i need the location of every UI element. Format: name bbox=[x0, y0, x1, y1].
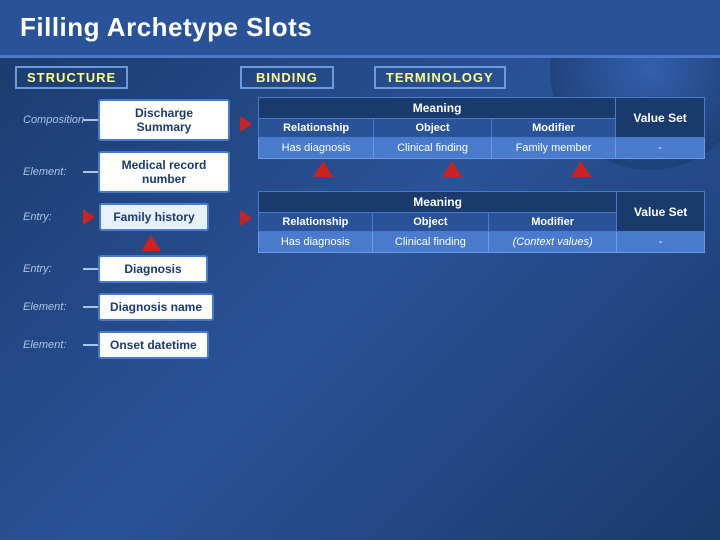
t2-row1-col2: Clinical finding bbox=[372, 232, 488, 253]
t1-value-set: - bbox=[616, 138, 705, 159]
connector4 bbox=[83, 306, 98, 308]
entry-label: Entry: bbox=[23, 211, 83, 223]
composition-label: Composition bbox=[23, 114, 83, 126]
red-right-arrow-2 bbox=[240, 210, 252, 226]
element-label: Element: bbox=[23, 166, 83, 178]
first-block: Meaning Value Set Relationship Object Mo… bbox=[240, 97, 705, 179]
title-bar: Filling Archetype Slots bbox=[0, 0, 720, 58]
table1-container: Meaning Value Set Relationship Object Mo… bbox=[258, 97, 705, 179]
red-right-arrow-1 bbox=[240, 116, 252, 132]
data-row-2: Has diagnosis Clinical finding (Context … bbox=[259, 232, 705, 253]
element3-box: Onset datetime bbox=[98, 331, 209, 359]
meaning-row-1: Meaning Value Set bbox=[259, 98, 705, 119]
structure-section: STRUCTURE Composition Discharge Summary … bbox=[15, 66, 230, 532]
structure-header: STRUCTURE bbox=[15, 66, 128, 89]
connector3 bbox=[83, 268, 98, 270]
right-section: BINDING TERMINOLOGY Meaning Value Set bbox=[230, 66, 705, 532]
element-row: Element: Medical record number bbox=[23, 151, 230, 193]
terminology-table-1: Meaning Value Set Relationship Object Mo… bbox=[258, 97, 705, 159]
meaning-label-1: Meaning bbox=[259, 98, 616, 119]
red-tri-up2 bbox=[313, 161, 333, 177]
element-box: Medical record number bbox=[98, 151, 230, 193]
t2-row1-col3: (Context values) bbox=[488, 232, 616, 253]
element2-label: Element: bbox=[23, 301, 83, 313]
composition-box: Discharge Summary bbox=[98, 99, 230, 141]
col3-header-1: Modifier bbox=[491, 119, 615, 138]
element3-label: Element: bbox=[23, 339, 83, 351]
t2-value-set: - bbox=[617, 232, 705, 253]
value-set-header-2: Value Set bbox=[617, 192, 705, 232]
right-headers: BINDING TERMINOLOGY bbox=[240, 66, 705, 89]
entry2-row: Entry: Diagnosis bbox=[23, 255, 230, 283]
binding-header: BINDING bbox=[240, 66, 334, 89]
t1-row1-col2: Clinical finding bbox=[374, 138, 492, 159]
t1-row1-col1: Has diagnosis bbox=[259, 138, 374, 159]
page-layout: Filling Archetype Slots STRUCTURE Compos… bbox=[0, 0, 720, 540]
connector1 bbox=[83, 119, 98, 121]
red-tri-up1 bbox=[141, 235, 161, 251]
col2-header-1: Object bbox=[374, 119, 492, 138]
meaning-label-2: Meaning bbox=[259, 192, 617, 213]
page-title: Filling Archetype Slots bbox=[20, 12, 700, 43]
t2-row1-col1: Has diagnosis bbox=[259, 232, 373, 253]
t1-row1-col3: Family member bbox=[491, 138, 615, 159]
col3-header-2: Modifier bbox=[488, 213, 616, 232]
binding-arrow-2 bbox=[240, 191, 254, 227]
entry-row: Entry: Family history bbox=[23, 203, 230, 231]
entry2-label: Entry: bbox=[23, 263, 83, 275]
element2-row: Element: Diagnosis name bbox=[23, 293, 230, 321]
binding-arrow-1 bbox=[240, 97, 254, 133]
data-row-1: Has diagnosis Clinical finding Family me… bbox=[259, 138, 705, 159]
element3-row: Element: Onset datetime bbox=[23, 331, 230, 359]
value-set-header-1: Value Set bbox=[616, 98, 705, 138]
composition-row: Composition Discharge Summary bbox=[23, 99, 230, 141]
second-block: Meaning Value Set Relationship Object Mo… bbox=[240, 191, 705, 253]
up-arrows-1 bbox=[258, 159, 705, 179]
element2-box: Diagnosis name bbox=[98, 293, 214, 321]
table2-container: Meaning Value Set Relationship Object Mo… bbox=[258, 191, 705, 253]
col2-header-2: Object bbox=[372, 213, 488, 232]
entry-box[interactable]: Family history bbox=[99, 203, 209, 231]
connector5 bbox=[83, 344, 98, 346]
entry2-box[interactable]: Diagnosis bbox=[98, 255, 208, 283]
content-area: STRUCTURE Composition Discharge Summary … bbox=[0, 58, 720, 540]
connector2 bbox=[83, 171, 98, 173]
terminology-table-2: Meaning Value Set Relationship Object Mo… bbox=[258, 191, 705, 253]
red-tri-up3 bbox=[442, 161, 462, 177]
red-arrow-entry bbox=[83, 209, 95, 225]
red-tri-up4 bbox=[571, 161, 591, 177]
col1-header-2: Relationship bbox=[259, 213, 373, 232]
meaning-row-2: Meaning Value Set bbox=[259, 192, 705, 213]
terminology-header: TERMINOLOGY bbox=[374, 66, 506, 89]
col1-header-1: Relationship bbox=[259, 119, 374, 138]
